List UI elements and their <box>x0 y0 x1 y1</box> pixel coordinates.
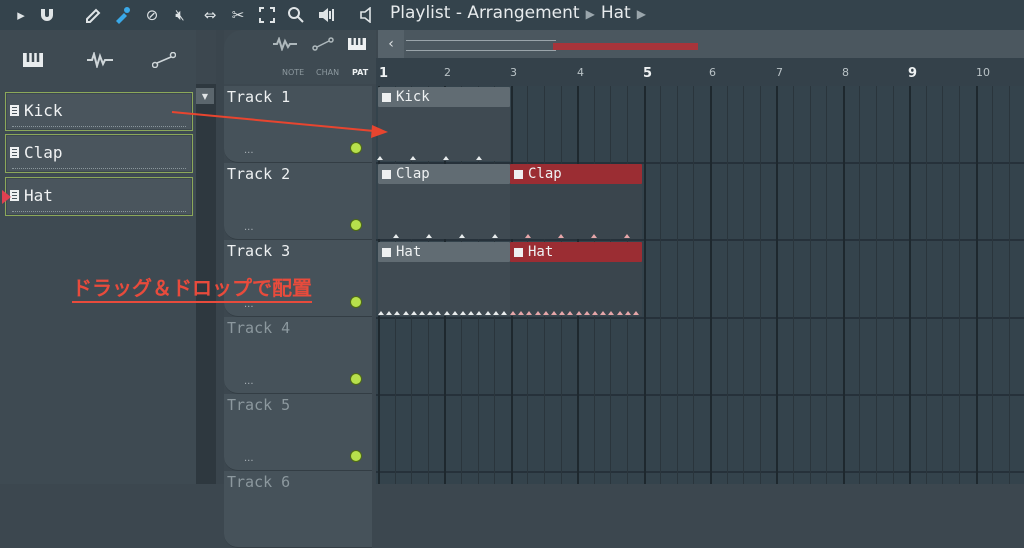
drag-arrow-overlay <box>171 111 388 138</box>
drag-arrow-head-icon <box>371 125 388 138</box>
drag-arrow-line <box>171 111 375 132</box>
